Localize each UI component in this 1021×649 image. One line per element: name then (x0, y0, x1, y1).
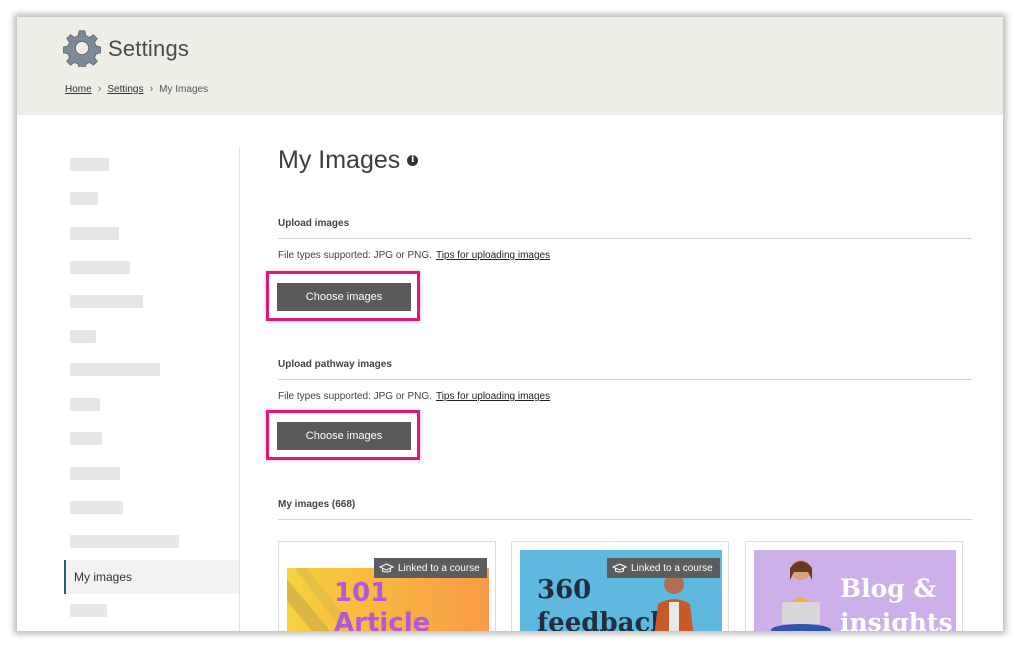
sidebar-item-redacted[interactable] (70, 398, 100, 411)
sidebar-item-my-images[interactable]: My images (64, 560, 239, 594)
choose-images-button[interactable]: Choose images (277, 283, 411, 311)
highlight-box: Choose images (266, 410, 420, 460)
sidebar-item-redacted[interactable] (70, 535, 179, 548)
sidebar-item-redacted[interactable] (70, 295, 143, 308)
page-header: Settings Home › Settings › My Images (17, 17, 1003, 115)
image-thumbnail: Blog & insights (754, 550, 956, 631)
sidebar-divider (239, 148, 240, 631)
sidebar-item-redacted[interactable] (70, 158, 109, 171)
divider (278, 519, 972, 520)
thumbnail-text: Blog & (840, 574, 937, 603)
breadcrumb: Home › Settings › My Images (65, 83, 208, 95)
breadcrumb-home-link[interactable]: Home (65, 84, 92, 95)
chevron-right-icon: › (149, 83, 154, 95)
filetypes-text: File types supported: JPG or PNG. (278, 391, 432, 402)
sidebar-item-redacted[interactable] (70, 363, 160, 376)
thumbnail-text: insights (840, 608, 953, 631)
sidebar-item-redacted[interactable] (70, 467, 120, 480)
pathway-filetypes-note: File types supported: JPG or PNG. Tips fo… (278, 391, 550, 402)
linked-badge-text: Linked to a course (631, 562, 713, 574)
gear-icon (63, 30, 101, 67)
choose-pathway-images-button[interactable]: Choose images (277, 422, 411, 450)
sidebar-item-redacted[interactable] (70, 261, 130, 274)
sidebar-item-redacted[interactable] (70, 192, 98, 205)
sidebar-item-redacted[interactable] (70, 330, 96, 343)
tips-link[interactable]: Tips for uploading images (436, 391, 550, 402)
app-window: Settings Home › Settings › My Images My … (17, 17, 1003, 631)
graduation-cap-icon (379, 562, 394, 572)
breadcrumb-settings-link[interactable]: Settings (107, 84, 143, 95)
divider (278, 379, 972, 380)
image-card[interactable]: Blog & insights (745, 541, 963, 631)
upload-images-label: Upload images (278, 218, 350, 229)
linked-badge: Linked to a course (374, 558, 487, 578)
info-icon[interactable]: i (407, 155, 419, 166)
sidebar-item-redacted[interactable] (70, 604, 107, 617)
page-title: My Images i (278, 146, 419, 175)
tips-link[interactable]: Tips for uploading images (436, 250, 550, 261)
page-title-text: My Images (278, 146, 401, 174)
my-images-count-label: My images (668) (278, 499, 356, 510)
image-card[interactable]: 360 feedback Linked to a course (511, 541, 729, 631)
breadcrumb-current: My Images (159, 83, 209, 95)
image-card[interactable]: 101 Article Linked to a course (278, 541, 496, 631)
filetypes-text: File types supported: JPG or PNG. (278, 250, 432, 261)
divider (278, 238, 972, 239)
thumbnail-text: 101 Article (334, 578, 431, 631)
person-illustration (771, 560, 831, 631)
upload-pathway-images-label: Upload pathway images (278, 359, 392, 370)
linked-badge-text: Linked to a course (398, 562, 480, 574)
thumbnail-text: 360 (537, 575, 592, 605)
chevron-right-icon: › (97, 83, 102, 95)
page-header-title: Settings (108, 36, 190, 61)
sidebar-item-redacted[interactable] (70, 432, 102, 445)
sidebar-item-redacted[interactable] (70, 227, 119, 240)
linked-badge: Linked to a course (607, 558, 720, 578)
graduation-cap-icon (612, 562, 627, 572)
sidebar-item-label: My images (74, 570, 133, 584)
sidebar-item-redacted[interactable] (70, 501, 123, 514)
upload-filetypes-note: File types supported: JPG or PNG. Tips fo… (278, 250, 550, 261)
highlight-box: Choose images (266, 271, 420, 321)
